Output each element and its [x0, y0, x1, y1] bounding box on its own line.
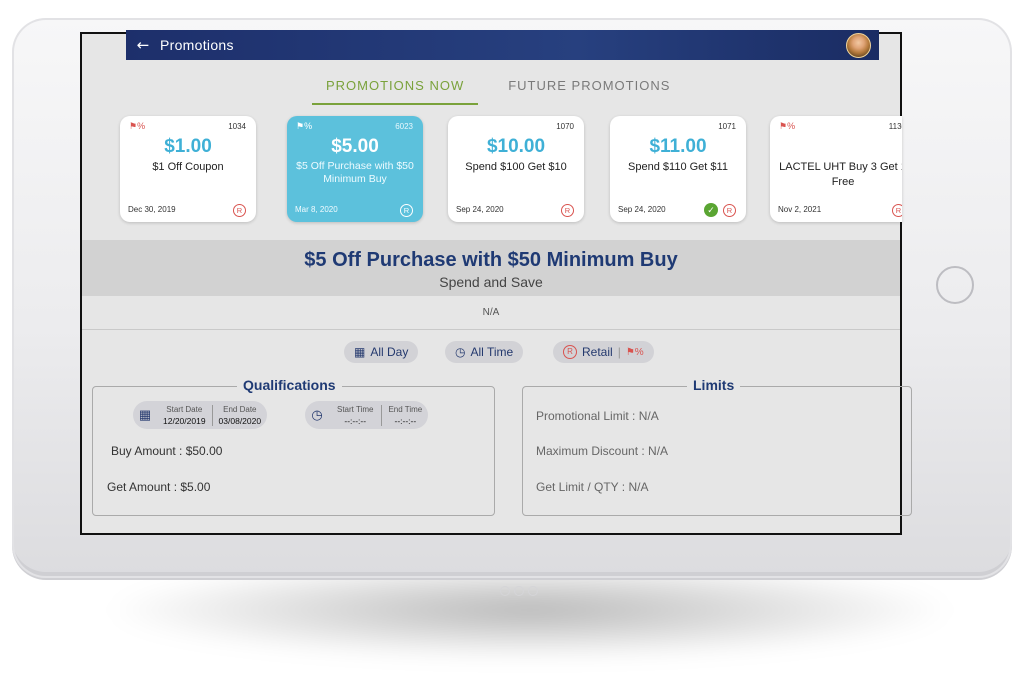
buy-amount: Buy Amount : $50.00	[111, 444, 223, 458]
promo-desc: Spend $100 Get $10	[465, 161, 567, 173]
promo-desc: $1 Off Coupon	[152, 161, 224, 173]
promo-code: 1130	[888, 122, 902, 131]
calendar-icon: ▦	[354, 345, 366, 359]
check-icon: ✓	[704, 203, 718, 217]
clock-icon: ◷	[455, 345, 466, 359]
retail-badge-icon: R	[400, 204, 413, 217]
end-date-value: 03/08/2020	[218, 415, 262, 426]
clock-icon: ◷	[311, 407, 323, 422]
home-button[interactable]	[936, 266, 974, 304]
start-time-label: Start Time	[337, 404, 374, 414]
promo-flag-icon: ⚑%	[779, 121, 796, 131]
retail-badge-icon: R	[563, 345, 577, 359]
promo-description: N/A	[82, 298, 900, 330]
start-date-label: Start Date	[166, 404, 203, 414]
promo-price: $5.00	[331, 136, 379, 157]
promo-date: Dec 30, 2019	[128, 205, 176, 214]
promo-card[interactable]: 1071 $11.00 Spend $110 Get $11 Sep 24, 2…	[610, 116, 746, 222]
qualifications-section: Qualifications ▦ Start Date 12/20/2019 E…	[92, 377, 495, 516]
speaker-grille	[500, 586, 538, 596]
promo-detail-title: $5 Off Purchase with $50 Minimum Buy	[304, 249, 678, 271]
promo-code: 1070	[556, 122, 574, 131]
all-day-chip[interactable]: ▦ All Day	[344, 341, 419, 363]
retail-badge-icon: R	[561, 204, 574, 217]
get-limit-qty: Get Limit / QTY : N/A	[536, 480, 649, 494]
promo-flag-icon: ⚑%	[296, 121, 313, 131]
get-amount: Get Amount : $5.00	[107, 480, 211, 494]
limits-legend: Limits	[687, 377, 741, 393]
date-range-chip[interactable]: ▦ Start Date 12/20/2019 End Date 03/08/2…	[133, 401, 268, 429]
end-time-label: End Time	[388, 404, 423, 414]
chip-separator: |	[617, 345, 621, 359]
all-time-chip[interactable]: ◷ All Time	[445, 341, 524, 363]
promo-price: $11.00	[649, 136, 707, 157]
promo-flag-icon: ⚑%	[129, 121, 146, 131]
time-range-chip[interactable]: ◷ Start Time --:--:-- End Time --:--:--	[305, 401, 429, 429]
promo-card[interactable]: ⚑% 1034 $1.00 $1 Off Coupon Dec 30, 2019…	[120, 116, 256, 222]
promo-card-selected[interactable]: ⚑% 6023 $5.00 $5 Off Purchase with $50 M…	[287, 116, 423, 222]
promo-price: $10.00	[486, 136, 546, 157]
promo-date: Sep 24, 2020	[618, 205, 666, 214]
tab-promotions-now[interactable]: PROMOTIONS NOW	[312, 72, 479, 105]
arrow-left-icon[interactable]: ←	[126, 36, 160, 54]
maximum-discount: Maximum Discount : N/A	[536, 444, 669, 458]
promo-flag-icon: ⚑%	[625, 346, 644, 358]
promo-code: 6023	[395, 122, 413, 131]
promo-card[interactable]: ⚑% 1130 LACTEL UHT Buy 3 Get 1 Free Nov …	[770, 116, 902, 222]
promo-code: 1071	[718, 122, 736, 131]
promo-price: $1.00	[164, 136, 212, 157]
start-date-value: 12/20/2019	[163, 415, 206, 426]
calendar-icon: ▦	[138, 407, 152, 422]
promo-date: Sep 24, 2020	[456, 205, 504, 214]
promo-detail-subtitle: Spend and Save	[439, 274, 543, 290]
retail-label: Retail	[582, 345, 613, 359]
avatar[interactable]	[846, 33, 871, 58]
qualifications-legend: Qualifications	[237, 377, 342, 393]
promo-card[interactable]: 1070 $10.00 Spend $100 Get $10 Sep 24, 2…	[448, 116, 584, 222]
promo-date: Mar 8, 2020	[295, 205, 338, 214]
promotional-limit: Promotional Limit : N/A	[536, 409, 659, 423]
promo-desc: LACTEL UHT Buy 3 Get 1 Free	[779, 161, 902, 188]
promo-tabs: PROMOTIONS NOW FUTURE PROMOTIONS	[312, 72, 684, 105]
all-time-label: All Time	[470, 345, 514, 359]
promo-desc: $5 Off Purchase with $50 Minimum Buy	[296, 160, 414, 185]
app-header: ← Promotions	[126, 30, 879, 60]
end-date-label: End Date	[223, 404, 257, 414]
retail-badge-icon: R	[233, 204, 246, 217]
start-time-value: --:--:--	[344, 415, 367, 426]
limits-section: Limits Promotional Limit : N/A Maximum D…	[522, 377, 912, 516]
promo-date: Nov 2, 2021	[778, 205, 822, 214]
end-time-value: --:--:--	[394, 415, 417, 426]
promo-desc: Spend $110 Get $11	[628, 161, 728, 173]
tab-future-promotions[interactable]: FUTURE PROMOTIONS	[494, 72, 684, 105]
promo-detail-banner: $5 Off Purchase with $50 Minimum Buy Spe…	[82, 240, 900, 296]
all-day-label: All Day	[370, 345, 409, 359]
retail-chip[interactable]: R Retail | ⚑%	[553, 341, 654, 363]
retail-badge-icon: R	[723, 204, 736, 217]
retail-badge-icon: R	[892, 204, 902, 217]
promo-code: 1034	[228, 122, 246, 131]
page-title: Promotions	[160, 37, 234, 53]
